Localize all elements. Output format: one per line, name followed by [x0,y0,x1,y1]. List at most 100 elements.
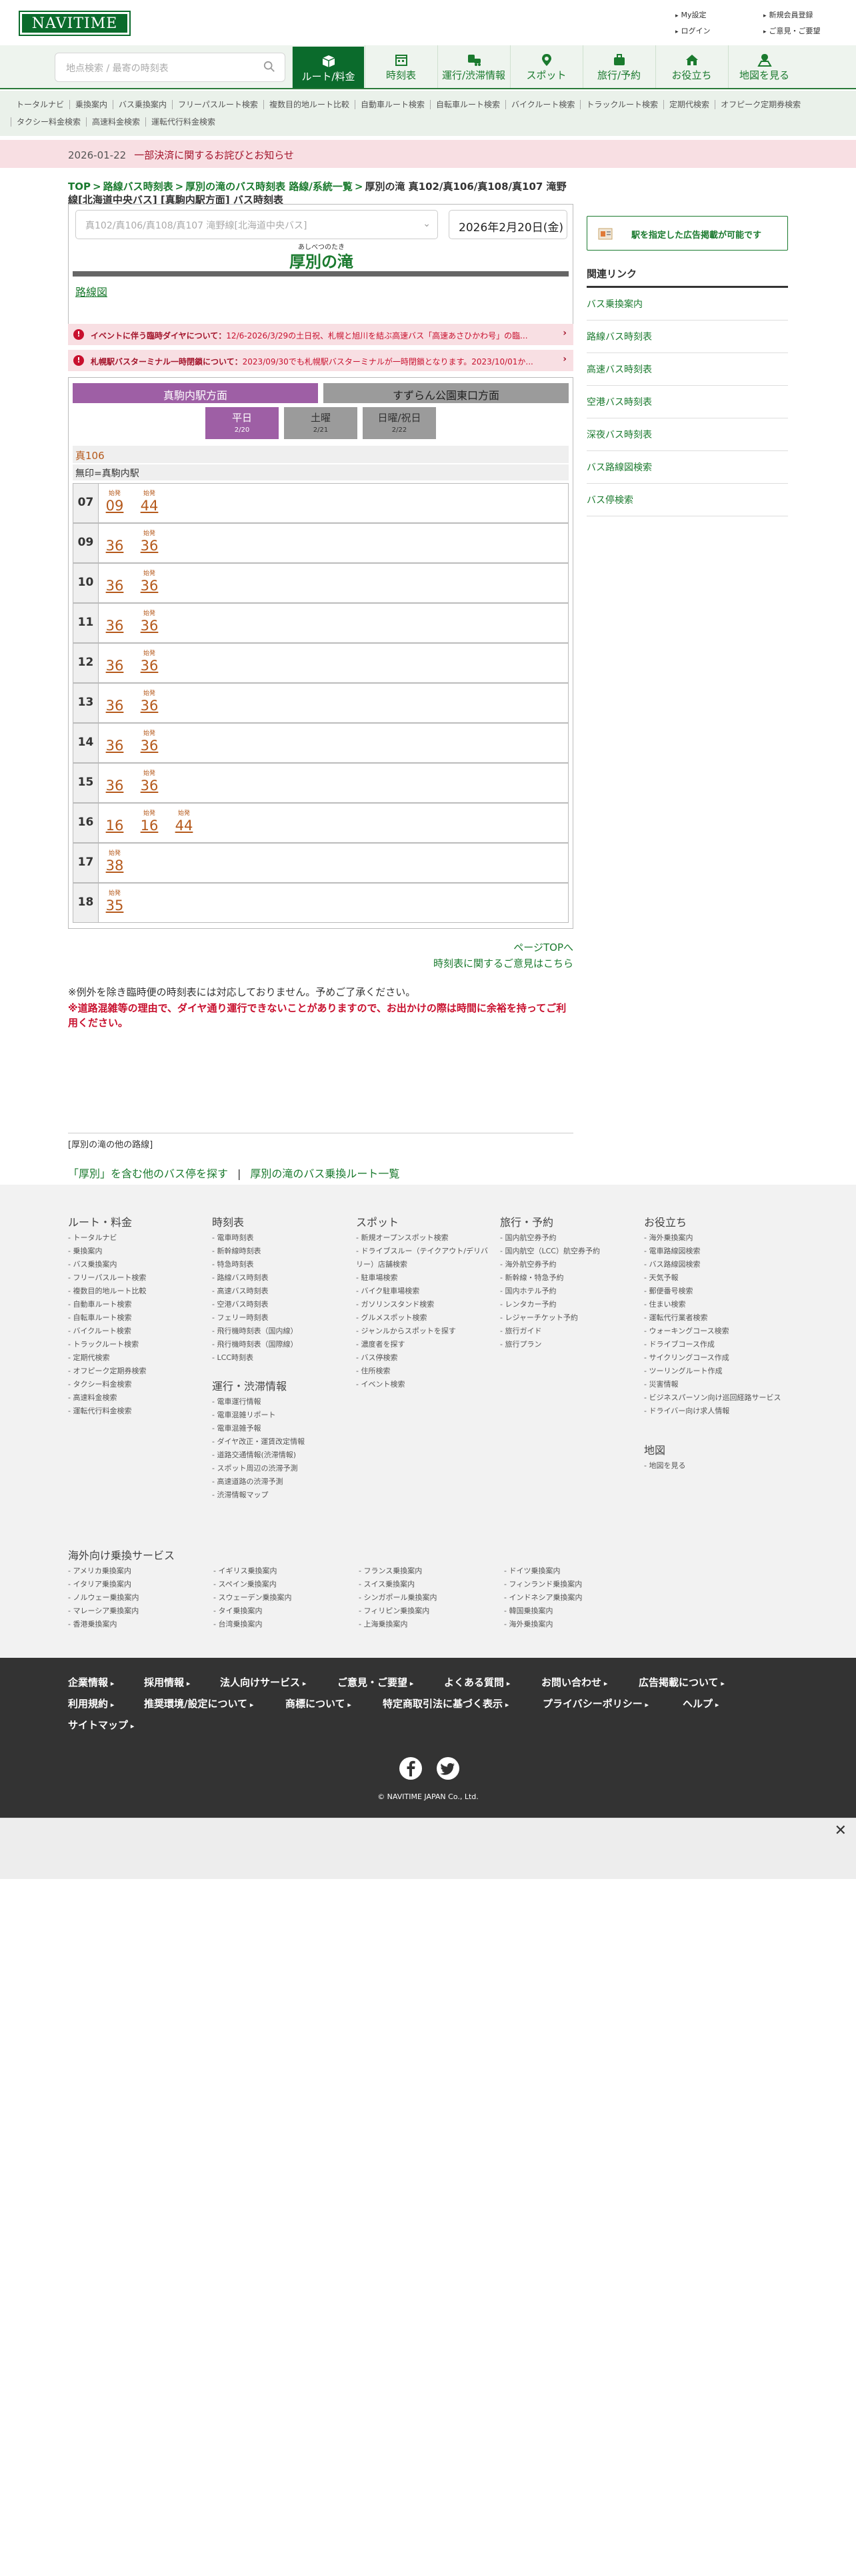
footer-link[interactable]: 運転代行料金検索 [68,1405,201,1418]
footer-link[interactable]: バス乗換案内 [68,1258,201,1271]
overseas-link[interactable]: イタリア乗換案内 [68,1578,131,1591]
footer-link[interactable]: トータルナビ [68,1231,201,1245]
related-link[interactable]: 空港バス時刻表 [587,386,788,418]
footer-link[interactable]: フェリー時刻表 [212,1311,345,1325]
footer-link[interactable]: 旅行プラン [500,1338,633,1351]
departure-minute[interactable]: 始発 36 [136,730,163,754]
overseas-link[interactable]: シンガポール乗換案内 [359,1591,437,1605]
footer-link[interactable]: バイク駐車場検索 [356,1285,489,1298]
subnav-item[interactable]: バイクルート検索 [505,100,580,109]
alert-item[interactable]: ! イベントに伴う臨時ダイヤについて：12/6-2026/3/29の土日祝、札幌… [68,324,573,345]
footer-link[interactable]: バス停検索 [356,1351,489,1365]
footer-link[interactable]: バイクルート検索 [68,1325,201,1338]
footer-link[interactable]: 飛行機時刻表（国際線） [212,1338,345,1351]
route-select[interactable]: 真102/真106/真108/真107 滝野線[北海道中央バス] ⌄ [75,210,438,239]
subnav-item[interactable]: トータルナビ [11,100,69,109]
footer-link[interactable]: 海外航空券予約 [500,1258,633,1271]
footer-link[interactable]: LCC時刻表 [212,1351,345,1365]
footer-link[interactable]: イベント検索 [356,1378,489,1391]
breadcrumb-top[interactable]: TOP [68,181,91,193]
footer-link[interactable]: 新規オープンスポット検索 [356,1231,489,1245]
footer-link[interactable]: ドライブコース作成 [644,1338,788,1351]
overseas-link[interactable]: スイス乗換案内 [359,1578,415,1591]
footer-link[interactable]: バス路線図検索 [644,1258,788,1271]
footer-link[interactable]: 電車混雑リポート [212,1409,345,1422]
subnav-item[interactable]: オフピーク定期券検索 [715,100,806,109]
timetable-feedback-link[interactable]: 時刻表に関するご意見はこちら [433,958,573,969]
subnav-item[interactable]: 自動車ルート検索 [354,100,430,109]
notice-banner[interactable]: 2026-01-22 一部決済に関するお詫びとお知らせ [0,140,856,168]
footer-link[interactable]: ヘルプ [683,1696,719,1710]
footer-link[interactable]: ダイヤ改正・運賃改定情報 [212,1435,345,1449]
footer-link[interactable]: レンタカー予約 [500,1298,633,1311]
footer-link[interactable]: 高速道路の渋滞予測 [212,1475,345,1489]
footer-link[interactable]: 企業情報 [68,1675,114,1689]
footer-link[interactable]: 渋滞情報マップ [212,1489,345,1502]
footer-link[interactable]: サイクリングコース作成 [644,1351,788,1365]
departure-minute[interactable]: 始発 36 [136,690,163,714]
departure-minute[interactable]: 始発 36 [136,530,163,554]
my-settings-link[interactable]: My設定 [675,9,707,20]
transfer-routes-link[interactable]: 厚別の滝のバス乗換ルート一覧 [250,1167,399,1180]
overseas-link[interactable]: ドイツ乗換案内 [504,1565,560,1578]
departure-minute[interactable]: 始発 36 [136,570,163,594]
breadcrumb-stop-lines[interactable]: 厚別の滝のバス時刻表 路線/系統一覧 [185,181,353,193]
footer-link[interactable]: ドライバー向け求人情報 [644,1405,788,1418]
day-tab-saturday[interactable]: 土曜 2/21 [284,407,357,439]
search-input[interactable]: 地点検索 / 最寄の時刻表 [55,53,285,82]
footer-link[interactable]: 濃度者を探す [356,1338,489,1351]
register-link[interactable]: 新規会員登録 [763,9,813,20]
overseas-link[interactable]: 海外乗換案内 [504,1618,553,1631]
close-icon[interactable]: ✕ [835,1822,847,1839]
footer-link[interactable]: 商標について [285,1696,351,1710]
footer-link[interactable]: ビジネスパーソン向け巡回経路サービス [644,1391,788,1405]
departure-minute[interactable]: 始発 16 [136,810,163,834]
footer-link[interactable]: スポット周辺の渋滞予測 [212,1462,345,1475]
twitter-icon[interactable] [437,1757,459,1780]
overseas-link[interactable]: フランス乗換案内 [359,1565,422,1578]
footer-link[interactable]: 推奨環境/設定について [144,1696,253,1710]
ad-placement-button[interactable]: 駅を指定した広告掲載が可能です [587,216,788,251]
overseas-link[interactable]: スペイン乗換案内 [213,1578,276,1591]
departure-minute[interactable]: 36 [101,570,128,594]
footer-link[interactable]: 天気予報 [644,1271,788,1285]
overseas-link[interactable]: 台湾乗換案内 [213,1618,262,1631]
footer-link[interactable]: 住所検索 [356,1365,489,1378]
related-link[interactable]: バス路線図検索 [587,451,788,484]
subnav-item[interactable]: タクシー料金検索 [11,117,86,127]
overseas-link[interactable]: フィンランド乗換案内 [504,1578,582,1591]
footer-link[interactable]: ドライブスルー（テイクアウト/デリバリー）店舗検索 [356,1245,489,1271]
footer-link[interactable]: 採用情報 [144,1675,190,1689]
overseas-link[interactable]: アメリカ乗換案内 [68,1565,131,1578]
overseas-link[interactable]: スウェーデン乗換案内 [213,1591,291,1605]
alert-item[interactable]: ! 札幌駅バスターミナル一時閉鎖について：2023/09/30でも札幌駅バスター… [68,350,573,371]
footer-link[interactable]: プライバシーポリシー [543,1696,649,1710]
footer-link[interactable]: トラックルート検索 [68,1338,201,1351]
footer-link[interactable]: 自転車ルート検索 [68,1311,201,1325]
footer-link[interactable]: 新幹線・特急予約 [500,1271,633,1285]
overseas-link[interactable]: 韓国乗換案内 [504,1605,553,1618]
related-link[interactable]: 高速バス時刻表 [587,353,788,386]
footer-link[interactable]: 駐車場検索 [356,1271,489,1285]
footer-link[interactable]: 電車路線図検索 [644,1245,788,1258]
footer-link[interactable]: 特急時刻表 [212,1258,345,1271]
overseas-link[interactable]: 上海乗換案内 [359,1618,407,1631]
footer-link[interactable]: 災害情報 [644,1378,788,1391]
footer-link[interactable]: 複数目的地ルート比較 [68,1285,201,1298]
day-tab-weekday[interactable]: 平日 2/20 [205,407,279,439]
footer-link[interactable]: よくある質問 [444,1675,510,1689]
footer-link[interactable]: 国内航空券予約 [500,1231,633,1245]
tab-timetable[interactable]: 時刻表 [365,45,437,88]
footer-link[interactable]: 法人向けサービス [220,1675,306,1689]
footer-link[interactable]: ジャンルからスポットを探す [356,1325,489,1338]
footer-link[interactable]: 郵便番号検索 [644,1285,788,1298]
footer-link[interactable]: グルメスポット検索 [356,1311,489,1325]
departure-minute[interactable]: 36 [101,650,128,674]
direction-tab-makomanai[interactable]: 真駒内駅方面 [73,383,318,403]
overseas-link[interactable]: インドネシア乗換案内 [504,1591,582,1605]
footer-link[interactable]: サイトマップ [68,1718,134,1732]
footer-link[interactable]: 自動車ルート検索 [68,1298,201,1311]
overseas-link[interactable]: ノルウェー乗換案内 [68,1591,139,1605]
footer-link[interactable]: 海外乗換案内 [644,1231,788,1245]
related-link[interactable]: バス乗換案内 [587,288,788,321]
